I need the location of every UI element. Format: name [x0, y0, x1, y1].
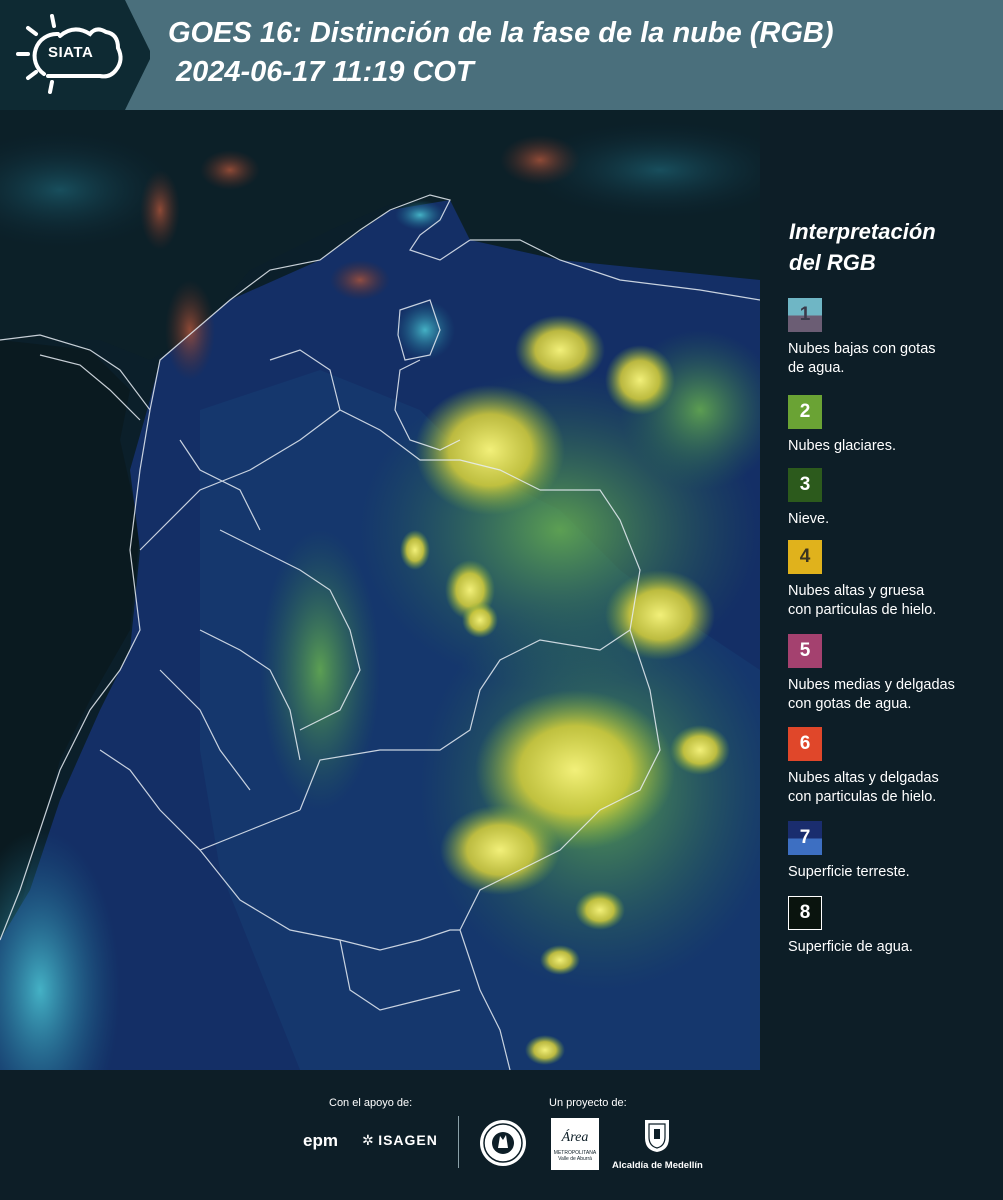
legend-swatch-3: 3	[788, 468, 822, 502]
support-label: Con el apoyo de:	[329, 1097, 413, 1109]
legend-label-4: Nubes altas y gruesa con particulas de h…	[788, 582, 998, 620]
legend-title: Interpretación del RGB	[789, 216, 989, 278]
legend-swatch-7: 7	[788, 821, 822, 855]
legend-item-2: 2 Nubes glaciares.	[788, 395, 998, 456]
legend-swatch-6: 6	[788, 727, 822, 761]
logo-text: SIATA	[48, 44, 94, 61]
legend-item-8: 8 Superficie de agua.	[788, 896, 998, 957]
legend-label-6: Nubes altas y delgadas con particulas de…	[788, 769, 998, 807]
legend-title-line2: del RGB	[789, 250, 876, 275]
legend-item-6: 6 Nubes altas y delgadas con particulas …	[788, 727, 998, 807]
legend-label-5-line2: con gotas de agua.	[788, 696, 912, 712]
legend-swatch-2: 2	[788, 395, 822, 429]
isagen-icon: ✲	[362, 1132, 374, 1148]
legend-label-2: Nubes glaciares.	[788, 438, 896, 454]
legend-title-line1: Interpretación	[789, 219, 936, 244]
legend-swatch-4: 4	[788, 540, 822, 574]
project-label: Un proyecto de:	[549, 1097, 627, 1109]
area-logo-text: Área	[561, 1130, 589, 1145]
legend-item-4: 4 Nubes altas y gruesa con particulas de…	[788, 540, 998, 620]
satellite-map-graphic	[0, 110, 760, 1070]
siata-logo: SIATA	[0, 0, 150, 110]
legend-item-5: 5 Nubes medias y delgadas con gotas de a…	[788, 634, 998, 714]
legend-label-7: Superficie terreste.	[788, 864, 910, 880]
isagen-text: ISAGEN	[378, 1132, 438, 1148]
satellite-image	[0, 110, 760, 1070]
legend-swatch-1: 1	[788, 298, 822, 332]
legend-label-6-line1: Nubes altas y delgadas	[788, 770, 939, 786]
seal-logo	[480, 1120, 526, 1166]
legend-label-6-line2: con particulas de hielo.	[788, 789, 937, 805]
legend-label-1-line2: de agua.	[788, 360, 845, 376]
legend-swatch-8: 8	[788, 896, 822, 930]
coat-of-arms-icon	[645, 1120, 669, 1152]
epm-logo: epm	[303, 1131, 338, 1150]
area-metropolitana-logo: Área METROPOLITANA Valle de Aburrá	[551, 1118, 599, 1170]
area-logo-sub2: Valle de Aburrá	[558, 1156, 592, 1162]
isagen-logo: ✲ ISAGEN	[362, 1132, 438, 1150]
legend-item-3: 3 Nieve.	[788, 468, 998, 529]
page-title: GOES 16: Distinción de la fase de la nub…	[168, 17, 834, 49]
footer-divider	[458, 1116, 459, 1168]
legend-label-5: Nubes medias y delgadas con gotas de agu…	[788, 676, 998, 714]
legend-label-3: Nieve.	[788, 511, 830, 527]
timestamp: 2024-06-17 11:19 COT	[176, 56, 474, 88]
legend-label-4-line2: con particulas de hielo.	[788, 602, 937, 618]
legend-swatch-5: 5	[788, 634, 822, 668]
legend-label-8: Superficie de agua.	[788, 939, 913, 955]
legend-label-4-line1: Nubes altas y gruesa	[788, 583, 925, 599]
legend-label-1: Nubes bajas con gotas de agua.	[788, 340, 998, 378]
legend-label-1-line1: Nubes bajas con gotas	[788, 341, 936, 357]
legend-label-5-line1: Nubes medias y delgadas	[788, 677, 955, 693]
legend-item-7: 7 Superficie terreste.	[788, 821, 998, 882]
legend-item-1: 1 Nubes bajas con gotas de agua.	[788, 298, 998, 378]
alcaldia-logo: Alcaldía de Medellín	[612, 1160, 703, 1171]
